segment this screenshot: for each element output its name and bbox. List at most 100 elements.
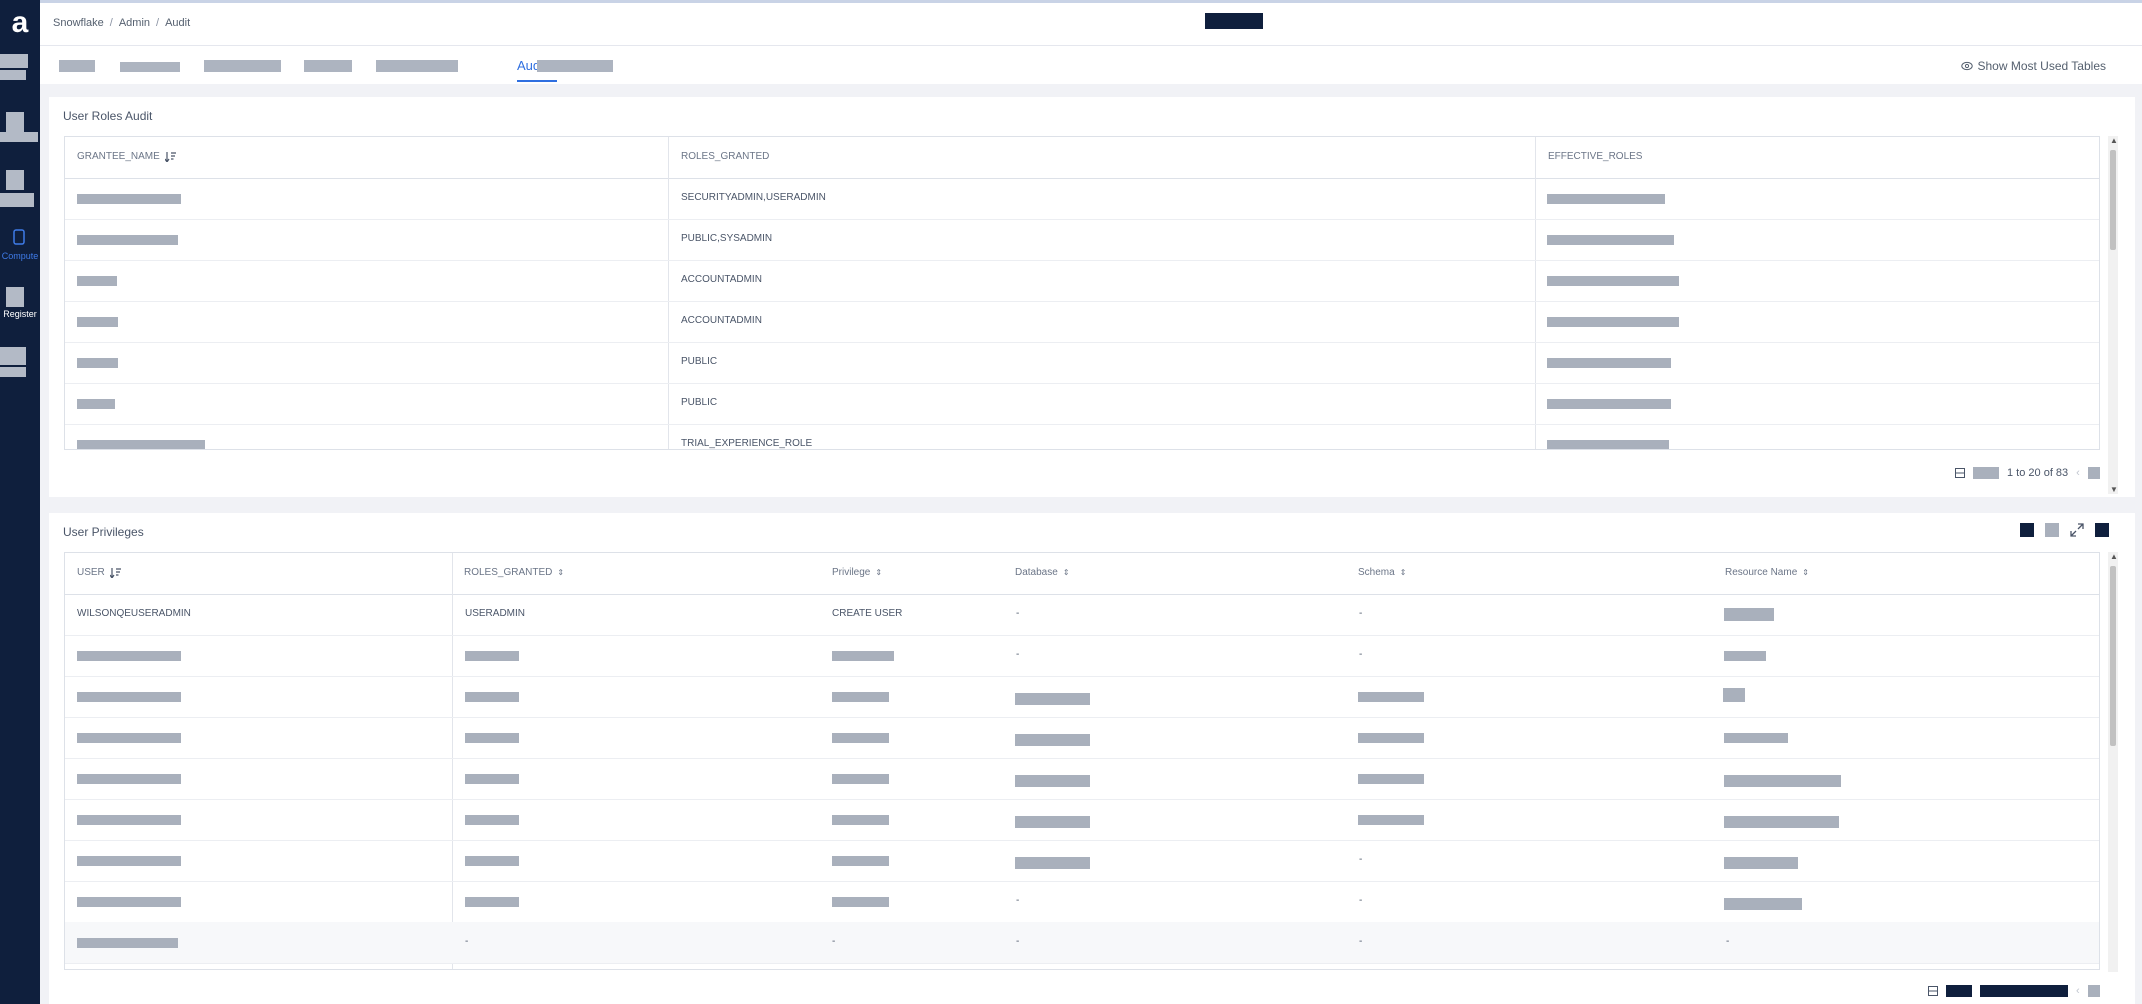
next-page-button[interactable]	[2087, 467, 2100, 479]
sidebar-item-redacted-4[interactable]	[0, 347, 26, 365]
column-label: Database	[1015, 567, 1058, 578]
table-row[interactable]	[65, 799, 2099, 841]
prev-page-icon[interactable]: ‹	[2076, 467, 2080, 479]
database-cell: -	[1016, 936, 1020, 947]
sort-icon[interactable]: ⇕	[1400, 568, 1407, 577]
sidebar-item-redacted-2[interactable]	[6, 112, 24, 134]
sort-desc-icon[interactable]	[109, 567, 121, 578]
vertical-scrollbar[interactable]: ▲	[2108, 552, 2118, 972]
table-row[interactable]: ACCOUNTADMIN	[65, 260, 2099, 302]
column-header-database[interactable]: Database ⇕	[1015, 567, 1070, 578]
table-row[interactable]: TRIAL_EXPERIENCE_ROLE	[65, 424, 2099, 449]
page-size-icon[interactable]	[1955, 468, 1965, 478]
redacted-cell	[1015, 734, 1090, 746]
sidebar-item-redacted-1[interactable]	[0, 54, 28, 68]
table-row[interactable]	[65, 758, 2099, 800]
expand-icon[interactable]	[2070, 523, 2084, 537]
roles-granted-cell: USERADMIN	[465, 608, 526, 619]
redacted-cell	[1358, 815, 1424, 825]
register-icon[interactable]	[6, 287, 24, 307]
table-header: GRANTEE_NAME ROLES_GRANTED EFFECTIVE_ROL…	[65, 137, 2099, 179]
scroll-up-icon[interactable]: ▲	[2110, 136, 2118, 145]
tab-redacted-3[interactable]	[204, 60, 281, 72]
redacted-cell	[832, 897, 889, 907]
scrollbar-thumb[interactable]	[2110, 150, 2116, 250]
database-cell: -	[1016, 608, 1020, 619]
tab-redacted-1[interactable]	[59, 60, 95, 72]
redacted-cell	[77, 358, 118, 368]
redacted-cell	[77, 897, 181, 907]
redacted-cell	[77, 856, 181, 866]
sidebar-item-compute[interactable]: Compute	[0, 251, 40, 261]
roles-granted-cell: TRIAL_EXPERIENCE_ROLE	[681, 438, 813, 449]
column-header-roles-granted[interactable]: ROLES_GRANTED ⇕	[464, 567, 564, 578]
tab-redacted-4[interactable]	[304, 60, 352, 72]
page-size-select[interactable]	[1946, 985, 1972, 997]
breadcrumb-snowflake[interactable]: Snowflake	[53, 17, 104, 29]
redacted-cell	[1724, 733, 1788, 743]
sort-desc-icon[interactable]	[164, 151, 176, 162]
toolbar-button-4[interactable]	[2095, 523, 2109, 537]
app-logo[interactable]: a	[5, 8, 35, 38]
sort-icon[interactable]: ⇕	[875, 568, 882, 577]
column-header-user[interactable]: USER	[77, 567, 121, 578]
scroll-up-icon[interactable]: ▲	[2110, 552, 2118, 561]
header-redacted-button[interactable]	[1205, 13, 1263, 29]
tab-redacted-2[interactable]	[120, 62, 180, 72]
table-row[interactable]: -	[65, 840, 2099, 882]
table-row[interactable]: PUBLIC,SYSADMIN	[65, 219, 2099, 261]
vertical-scrollbar[interactable]: ▲ ▼	[2108, 136, 2118, 494]
scroll-down-icon[interactable]: ▼	[2110, 485, 2118, 494]
column-label: Schema	[1358, 567, 1395, 578]
database-cell: -	[1016, 895, 1020, 906]
redacted-cell	[77, 733, 181, 743]
next-page-button[interactable]	[2087, 985, 2100, 997]
tab-redacted-5[interactable]	[376, 60, 458, 72]
redacted-cell	[77, 194, 181, 204]
table-row[interactable]: PUBLIC	[65, 342, 2099, 384]
table-row[interactable]: - - - - -	[65, 922, 2099, 964]
show-most-used-tables-button[interactable]: Show Most Used Tables	[1961, 59, 2106, 73]
schema-cell: -	[1359, 936, 1363, 947]
page-size-select[interactable]	[1973, 467, 1999, 479]
redacted-cell	[77, 815, 181, 825]
roles-granted-cell: PUBLIC	[681, 397, 718, 408]
breadcrumb-admin[interactable]: Admin	[119, 17, 150, 29]
sort-icon[interactable]: ⇕	[1802, 568, 1809, 577]
toolbar-button-2[interactable]	[2045, 523, 2059, 537]
table-row[interactable]: - -	[65, 635, 2099, 677]
sidebar-item-redacted-3[interactable]	[6, 170, 24, 190]
table-header: USER ROLES_GRANTED ⇕ Privilege ⇕ Databas…	[65, 553, 2099, 595]
sidebar: a Compute Register	[0, 0, 40, 1004]
sort-icon[interactable]: ⇕	[1063, 568, 1070, 577]
column-header-privilege[interactable]: Privilege ⇕	[832, 567, 882, 578]
breadcrumb-audit: Audit	[165, 17, 191, 29]
table-row[interactable]	[65, 717, 2099, 759]
table-row[interactable]: SECURITYADMIN,USERADMIN	[65, 178, 2099, 220]
compute-icon[interactable]	[10, 228, 28, 246]
table-row[interactable]: WILSONQEUSERADMIN USERADMIN CREATE USER …	[65, 594, 2099, 636]
sort-icon[interactable]: ⇕	[557, 568, 564, 577]
column-header-schema[interactable]: Schema ⇕	[1358, 567, 1406, 578]
table-row[interactable]: PUBLIC	[65, 383, 2099, 425]
scrollbar-thumb[interactable]	[2110, 566, 2116, 746]
column-header-grantee-name[interactable]: GRANTEE_NAME	[77, 151, 176, 162]
redacted-cell	[465, 815, 519, 825]
tab-redacted-6[interactable]	[537, 60, 613, 72]
roles-granted-cell: ACCOUNTADMIN	[681, 315, 762, 326]
toolbar-button-1[interactable]	[2020, 523, 2034, 537]
schema-cell: -	[1359, 854, 1363, 865]
column-header-effective-roles[interactable]: EFFECTIVE_ROLES	[1548, 151, 1642, 162]
table-row[interactable]: ACCOUNTADMIN	[65, 301, 2099, 343]
table-row[interactable]: - -	[65, 881, 2099, 923]
redacted-cell	[1547, 194, 1665, 204]
sidebar-item-register[interactable]: Register	[0, 309, 40, 319]
prev-page-icon[interactable]: ‹	[2076, 985, 2080, 997]
page-size-icon[interactable]	[1928, 986, 1938, 996]
table-row[interactable]	[65, 676, 2099, 718]
breadcrumb-separator: /	[109, 17, 113, 29]
panel-title: User Privileges	[63, 525, 144, 539]
column-header-resource-name[interactable]: Resource Name ⇕	[1725, 567, 1809, 578]
column-header-roles-granted[interactable]: ROLES_GRANTED	[681, 151, 769, 162]
top-header: Snowflake / Admin / Audit	[40, 3, 2142, 46]
